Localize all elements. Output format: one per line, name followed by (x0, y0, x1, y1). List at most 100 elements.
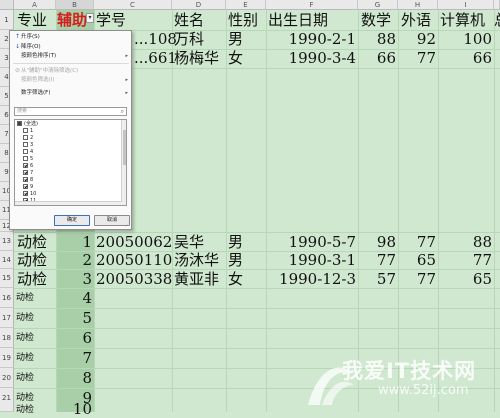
cell-student-id[interactable]: 20050110 (96, 251, 172, 269)
column-header-i[interactable]: I (438, 0, 494, 10)
cell-aux[interactable]: 1 (56, 233, 92, 251)
cell-student-id[interactable]: 20050338 (96, 270, 172, 288)
checkbox[interactable] (23, 184, 28, 189)
column-header-d[interactable]: D (172, 0, 226, 10)
cell-aux[interactable]: 8 (56, 369, 92, 387)
header-computer[interactable]: 计算机 (440, 11, 485, 29)
cell-student-id[interactable]: ...108 (134, 30, 177, 48)
cell-math[interactable]: 98 (358, 233, 396, 251)
cell-computer[interactable]: 66 (438, 49, 492, 67)
filter-dropdown-arrow-icon[interactable]: ▾ (86, 13, 94, 23)
cell-gender[interactable]: 男 (228, 30, 243, 48)
column-header-c[interactable]: C (94, 0, 172, 10)
menu-sort-descending[interactable]: ↓降序(O) (10, 42, 131, 51)
cell-birth-date[interactable]: 1990-2-1 (268, 30, 356, 48)
cell-major[interactable]: 动检 (16, 312, 34, 324)
cell-major[interactable]: 动检 (16, 292, 34, 304)
cell-aux[interactable]: 5 (56, 309, 92, 327)
header-student-id[interactable]: 学号 (96, 11, 126, 29)
filter-option[interactable]: 2 (23, 135, 33, 142)
cell-major[interactable]: 动检 (16, 332, 34, 344)
checkbox[interactable] (23, 135, 28, 140)
cell-math[interactable]: 66 (358, 49, 396, 67)
filter-option[interactable]: 7 (23, 170, 33, 177)
header-total-partial[interactable]: 总 (494, 11, 500, 29)
cell-language[interactable]: 77 (398, 233, 436, 251)
column-header-h[interactable]: H (398, 0, 438, 10)
header-foreign-language[interactable]: 外语 (401, 11, 431, 29)
menu-number-filters[interactable]: 数字筛选(F) ▸ (10, 89, 131, 98)
filter-option[interactable]: 1 (23, 128, 33, 135)
column-header-a[interactable]: A (14, 0, 56, 10)
cell-aux[interactable]: 6 (56, 329, 92, 347)
menu-filter-by-color[interactable]: 按颜色筛选(I) ▸ (10, 76, 131, 85)
row-header-1[interactable]: 1 (0, 10, 14, 30)
row-header-18[interactable]: 18 (0, 328, 14, 348)
resize-grip-icon[interactable]: ⋰ (125, 222, 130, 228)
cell-major[interactable]: 动检 (16, 372, 34, 384)
row-header-15[interactable]: 15 (0, 269, 14, 288)
list-vertical-scrollbar[interactable] (121, 120, 126, 205)
column-header-b[interactable]: B (56, 0, 94, 10)
menu-sort-by-color[interactable]: 按颜色排序(T) ▸ (10, 52, 131, 61)
cell-aux[interactable]: 10 (56, 400, 92, 418)
filter-option[interactable]: 10 (23, 191, 36, 198)
cell-birth-date[interactable]: 1990-5-7 (268, 233, 356, 251)
cell-name[interactable]: 黄亚非 (174, 270, 219, 288)
cell-major[interactable]: 动检 (17, 233, 47, 251)
cell-computer[interactable]: 88 (438, 233, 492, 251)
menu-sort-ascending[interactable]: ↑升序(S) (10, 32, 131, 41)
header-aux[interactable]: 辅助 (57, 11, 87, 29)
cell-language[interactable]: 92 (398, 30, 436, 48)
menu-clear-filter[interactable]: ⊘从"辅助"中清除筛选(C) (10, 66, 131, 75)
cell-math[interactable]: 77 (358, 251, 396, 269)
checkbox[interactable] (23, 142, 28, 147)
cell-gender[interactable]: 女 (228, 270, 243, 288)
cell-computer[interactable]: 65 (438, 270, 492, 288)
cell-major[interactable]: 动检 (17, 270, 47, 288)
cell-gender[interactable]: 女 (228, 49, 243, 67)
row-header-17[interactable]: 17 (0, 308, 14, 328)
checkbox[interactable] (23, 177, 28, 182)
cell-name[interactable]: 杨梅华 (174, 49, 219, 67)
cell-aux[interactable]: 3 (56, 270, 92, 288)
filter-option[interactable]: 6 (23, 163, 33, 170)
checkbox[interactable] (23, 163, 28, 168)
cell-major[interactable]: 动检 (16, 392, 34, 404)
cell-language[interactable]: 65 (398, 251, 436, 269)
filter-option[interactable]: 8 (23, 177, 33, 184)
header-math[interactable]: 数学 (361, 11, 391, 29)
checkbox[interactable] (23, 170, 28, 175)
cell-major[interactable]: 动检 (17, 251, 47, 269)
cell-major[interactable]: 动检 (16, 352, 34, 364)
cell-language[interactable]: 77 (398, 270, 436, 288)
checkbox[interactable] (23, 128, 28, 133)
select-all-corner[interactable] (0, 0, 14, 10)
checkbox[interactable] (17, 121, 22, 126)
column-header-g[interactable]: G (358, 0, 398, 10)
checkbox[interactable] (23, 156, 28, 161)
cell-name[interactable]: 汤沐华 (174, 251, 219, 269)
cell-student-id[interactable]: ...661 (134, 49, 177, 67)
filter-option[interactable]: 5 (23, 156, 33, 163)
cell-gender[interactable]: 男 (228, 251, 243, 269)
cell-math[interactable]: 57 (358, 270, 396, 288)
filter-search-input[interactable]: 搜索 ⌕ (14, 107, 127, 116)
cell-aux[interactable]: 4 (56, 289, 92, 307)
header-birth-date[interactable]: 出生日期 (268, 11, 328, 29)
filter-option-select-all[interactable]: (全选) (17, 121, 38, 128)
cell-math[interactable]: 88 (358, 30, 396, 48)
cell-birth-date[interactable]: 1990-12-3 (268, 270, 356, 288)
list-horizontal-scrollbar[interactable] (15, 201, 122, 205)
row-header-14[interactable]: 14 (0, 251, 14, 269)
row-header-13[interactable]: 13 (0, 232, 14, 251)
row-header-16[interactable]: 16 (0, 288, 14, 308)
filter-option[interactable]: 3 (23, 142, 33, 149)
header-gender[interactable]: 性别 (228, 11, 258, 29)
cell-gender[interactable]: 男 (228, 233, 243, 251)
cell-name[interactable]: 万科 (174, 30, 204, 48)
cell-language[interactable]: 77 (398, 49, 436, 67)
cell-computer[interactable]: 100 (438, 30, 492, 48)
filter-option[interactable]: 9 (23, 184, 33, 191)
column-header-f[interactable]: F (266, 0, 358, 10)
